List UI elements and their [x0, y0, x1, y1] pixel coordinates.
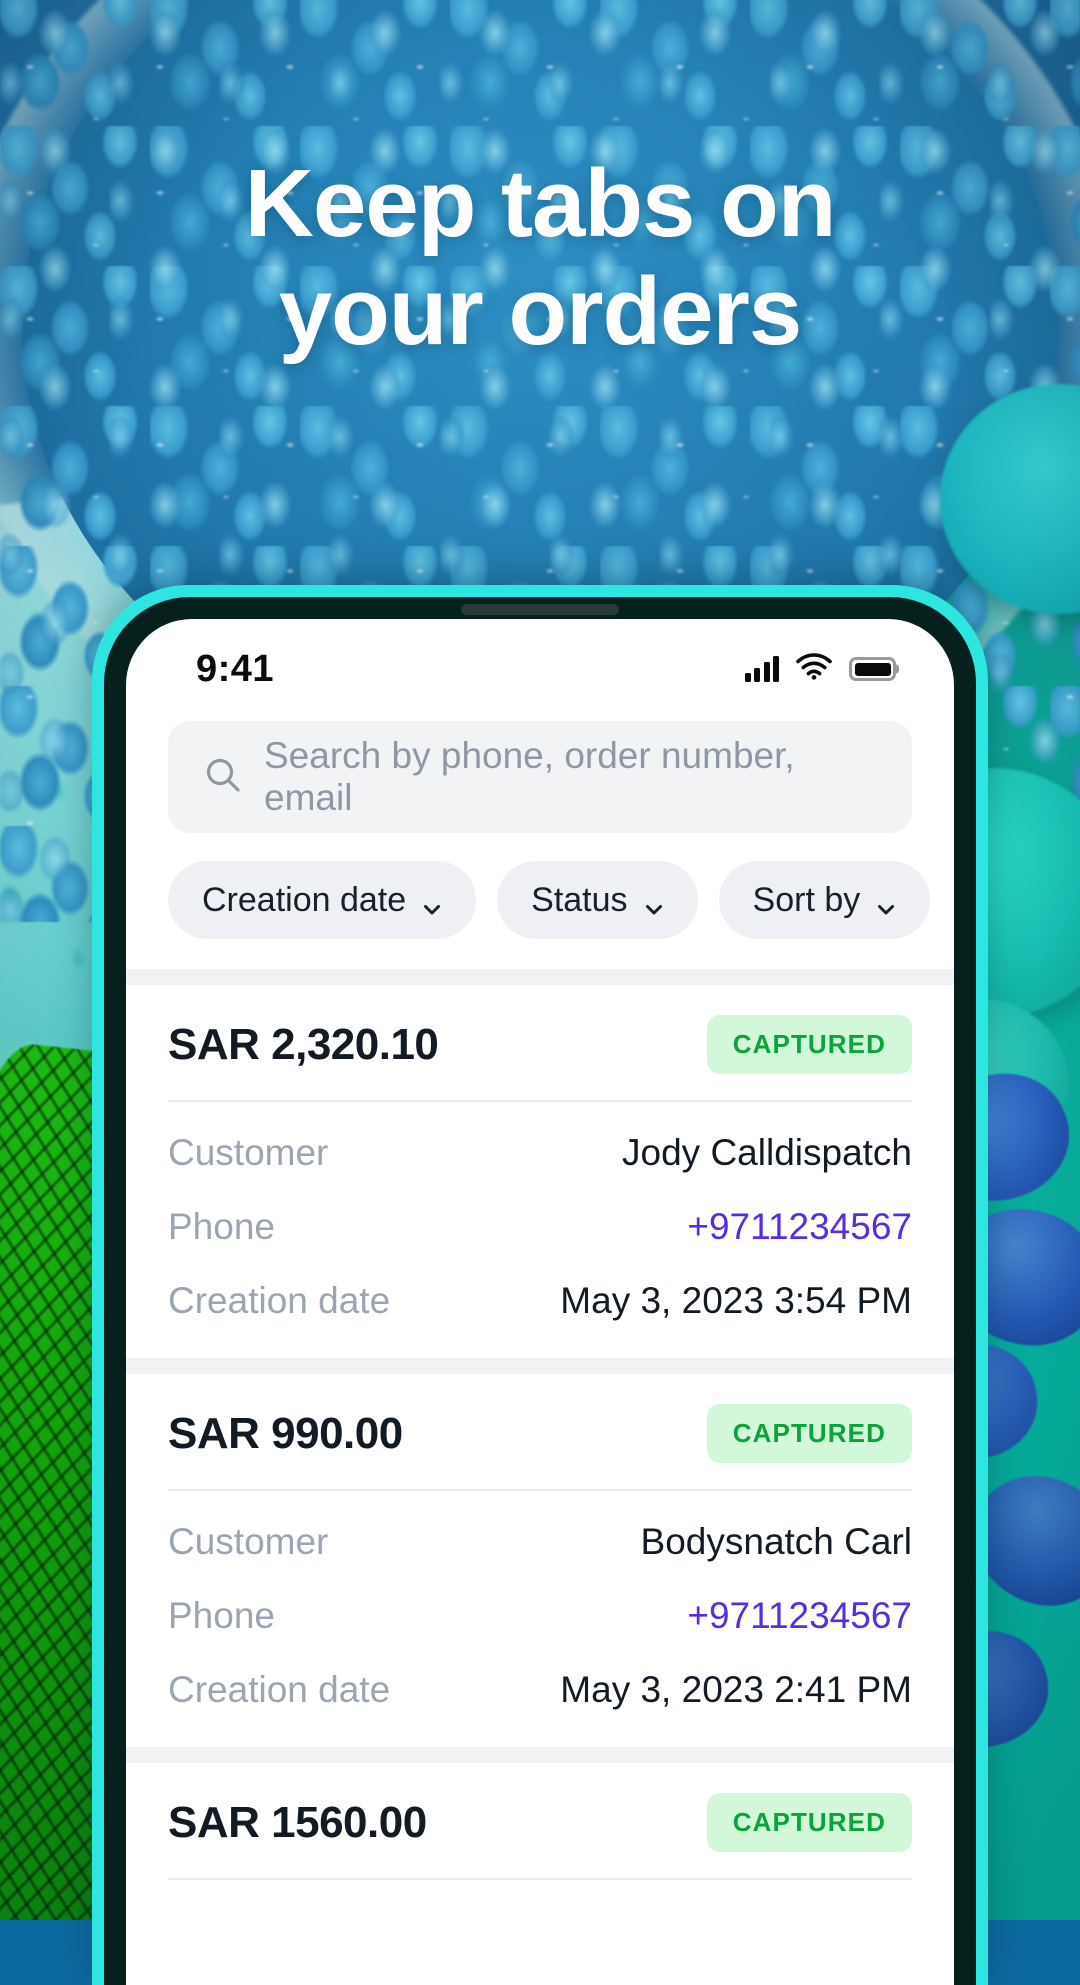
- battery-icon: [849, 657, 896, 681]
- row-label: Phone: [168, 1595, 275, 1636]
- filter-chip-status[interactable]: Status: [497, 861, 698, 939]
- wifi-icon: [796, 653, 832, 685]
- card-divider: [168, 1878, 912, 1880]
- status-badge: CAPTURED: [706, 1015, 912, 1074]
- headline-line-2: your orders: [278, 257, 802, 365]
- row-value-customer: Bodysnatch Carl: [640, 1521, 912, 1562]
- filter-chip-label: Status: [531, 880, 628, 919]
- row-value-customer: Jody Calldispatch: [622, 1132, 912, 1173]
- search-input[interactable]: Search by phone, order number, email: [168, 721, 912, 833]
- order-row-phone: Phone +9711234567: [168, 1190, 912, 1264]
- order-row-customer: Customer Bodysnatch Carl: [168, 1505, 912, 1579]
- search-icon: [204, 756, 242, 799]
- row-label: Customer: [168, 1521, 329, 1562]
- headline-line-1: Keep tabs on: [244, 150, 837, 257]
- card-divider: [168, 1100, 912, 1102]
- phone-bezel: 9:41 Search by phone, order number, emai…: [104, 597, 976, 1985]
- status-bar: 9:41: [126, 619, 954, 705]
- row-value-phone[interactable]: +9711234567: [687, 1595, 912, 1637]
- order-row-customer: Customer Jody Calldispatch: [168, 1116, 912, 1190]
- order-card[interactable]: SAR 2,320.10 CAPTURED Customer Jody Call…: [126, 985, 954, 1358]
- row-label: Customer: [168, 1132, 329, 1173]
- order-card[interactable]: SAR 1560.00 CAPTURED: [126, 1763, 954, 1914]
- status-badge: CAPTURED: [706, 1793, 912, 1852]
- phone-screen: 9:41 Search by phone, order number, emai…: [126, 619, 954, 1985]
- search-section: Search by phone, order number, email: [126, 705, 954, 833]
- section-separator: [126, 1358, 954, 1374]
- cellular-signal-icon: [744, 656, 779, 682]
- row-label: Creation date: [168, 1669, 391, 1710]
- chevron-down-icon: [422, 890, 442, 915]
- filter-chip-label: Sort by: [752, 880, 861, 919]
- order-amount: SAR 1560.00: [168, 1797, 427, 1847]
- row-value-creation-date: May 3, 2023 2:41 PM: [560, 1669, 912, 1710]
- section-separator: [126, 969, 954, 985]
- section-separator: [126, 1747, 954, 1763]
- hero-headline: Keep tabs on your orders: [0, 150, 1080, 365]
- chevron-down-icon: [876, 890, 896, 915]
- status-bar-time: 9:41: [196, 647, 275, 690]
- filter-chip-creation-date[interactable]: Creation date: [168, 861, 477, 939]
- chevron-down-icon: [644, 890, 664, 915]
- order-row-creation-date: Creation date May 3, 2023 2:41 PM: [168, 1653, 912, 1727]
- phone-speaker-grille: [461, 604, 619, 615]
- row-label: Creation date: [168, 1280, 391, 1321]
- status-bar-icons: [744, 653, 896, 685]
- order-amount: SAR 2,320.10: [168, 1019, 439, 1069]
- filter-chip-row: Creation date Status Sort by: [126, 833, 954, 969]
- order-card-header: SAR 2,320.10 CAPTURED: [168, 1015, 912, 1100]
- order-row-phone: Phone +9711234567: [168, 1579, 912, 1653]
- row-value-phone[interactable]: +9711234567: [687, 1206, 912, 1248]
- search-placeholder: Search by phone, order number, email: [264, 735, 795, 818]
- order-card-header: SAR 1560.00 CAPTURED: [168, 1793, 912, 1878]
- phone-mockup: 9:41 Search by phone, order number, emai…: [92, 585, 988, 1985]
- card-divider: [168, 1489, 912, 1491]
- filter-chip-sort-by[interactable]: Sort by: [718, 861, 931, 939]
- filter-chip-label: Creation date: [202, 880, 407, 919]
- status-badge: CAPTURED: [706, 1404, 912, 1463]
- row-value-creation-date: May 3, 2023 3:54 PM: [560, 1280, 912, 1321]
- order-card[interactable]: SAR 990.00 CAPTURED Customer Bodysnatch …: [126, 1374, 954, 1747]
- row-label: Phone: [168, 1206, 275, 1247]
- order-amount: SAR 990.00: [168, 1408, 403, 1458]
- order-row-creation-date: Creation date May 3, 2023 3:54 PM: [168, 1264, 912, 1338]
- order-card-header: SAR 990.00 CAPTURED: [168, 1404, 912, 1489]
